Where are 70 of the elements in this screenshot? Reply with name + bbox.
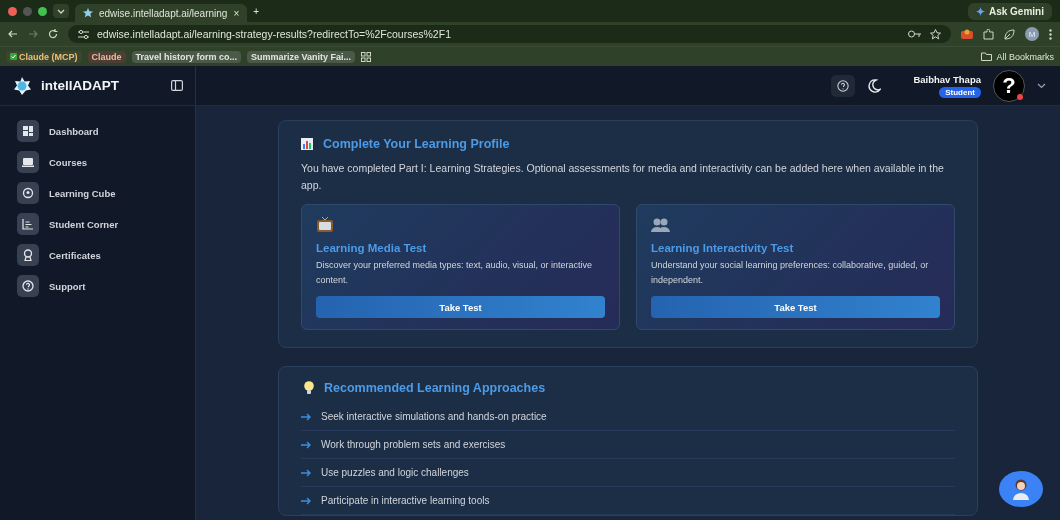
- puzzle-icon[interactable]: [983, 28, 994, 40]
- chevron-down-icon[interactable]: [1037, 82, 1046, 89]
- test-title: Learning Interactivity Test: [651, 242, 795, 254]
- new-tab-button[interactable]: +: [253, 5, 260, 17]
- sparkle-icon: [975, 6, 985, 16]
- site-settings-icon: [78, 29, 89, 39]
- folder-icon: [981, 52, 993, 61]
- sidebar-item[interactable]: Support: [17, 275, 178, 297]
- arrow-right-icon: [301, 496, 311, 505]
- tab-title: edwise.intelladapt.ai/learning: [99, 7, 228, 19]
- role-badge: Student: [939, 86, 981, 98]
- take-test-button[interactable]: Take Test: [316, 296, 605, 318]
- star-logo-icon: [83, 8, 93, 18]
- close-tab-button[interactable]: ×: [233, 7, 240, 19]
- card-title: Recommended Learning Approaches: [324, 381, 546, 395]
- user-avatar[interactable]: ?: [993, 69, 1025, 102]
- bookmark[interactable]: Summarize Vanity Fai...: [247, 50, 356, 63]
- url-text: edwise.intelladapt.ai/learning-strategy-results?redirectTo=%2Fcourses%2F1: [97, 28, 452, 40]
- sidebar-item[interactable]: Student Corner: [17, 213, 178, 235]
- dashboard-icon: [20, 123, 36, 139]
- people-icon: [651, 217, 670, 233]
- help-icon: [837, 78, 850, 93]
- bookmark[interactable]: Claude: [87, 50, 126, 63]
- sidebar-item[interactable]: Courses: [17, 151, 178, 173]
- arrow-right-icon: [301, 440, 311, 449]
- help-button[interactable]: [831, 74, 856, 97]
- approach-item: Use puzzles and logic challenges: [321, 467, 469, 478]
- status-dot: [1017, 93, 1023, 100]
- test-title: Learning Media Test: [316, 242, 428, 254]
- card-title: Complete Your Learning Profile: [323, 137, 510, 151]
- chevron-down-icon[interactable]: [53, 4, 69, 18]
- approach-item: Seek interactive simulations and hands-on practice: [321, 411, 547, 422]
- arrow-right-icon: [301, 468, 311, 477]
- test-description: Discover your preferred media types: text, audio, visual, or interactive content.: [316, 259, 594, 287]
- card-description: You have completed Part I: Learning Strategies. Optional assessments for media and interactivity can be added here when available in the app.: [301, 161, 945, 193]
- bookmark[interactable]: Claude (MCP): [6, 50, 82, 63]
- sidebar-toggle-icon[interactable]: [171, 80, 183, 91]
- extension-badge-icon[interactable]: [961, 29, 973, 39]
- sidebar-item[interactable]: Certificates: [17, 244, 178, 266]
- leaf-icon[interactable]: [1004, 28, 1015, 40]
- all-bookmarks-button[interactable]: All Bookmarks: [981, 51, 1054, 62]
- test-description: Understand your social learning preferences: collaborative, guided, or independent.: [651, 259, 930, 287]
- person-silhouette-icon: [1011, 478, 1031, 500]
- moon-icon[interactable]: [867, 78, 882, 93]
- checkbox-icon: [10, 53, 17, 60]
- tv-icon: [316, 217, 335, 233]
- browser-tab[interactable]: edwise.intelladapt.ai/learning ×: [75, 4, 248, 22]
- take-test-button[interactable]: Take Test: [651, 296, 940, 318]
- sidebar-item[interactable]: Learning Cube: [17, 182, 178, 204]
- more-menu-icon[interactable]: [1049, 28, 1052, 40]
- approach-item: Participate in interactive learning tools: [321, 495, 490, 506]
- back-arrow-icon[interactable]: [8, 29, 18, 39]
- user-name: Baibhav Thapa: [913, 73, 981, 85]
- app-logo-text: intellADAPT: [41, 78, 120, 93]
- bar-chart-icon: [301, 138, 313, 150]
- approach-item: Work through problem sets and exercises: [321, 439, 506, 450]
- ask-gemini-button[interactable]: Ask Gemini: [967, 2, 1052, 20]
- bookmark[interactable]: Travel history form co...: [131, 50, 242, 63]
- arrow-right-icon: [301, 412, 311, 421]
- reload-icon[interactable]: [48, 29, 58, 39]
- assistant-button[interactable]: [999, 471, 1043, 507]
- star-logo-icon: [12, 76, 32, 95]
- sidebar-item[interactable]: Dashboard: [17, 120, 178, 142]
- help-icon: [20, 278, 36, 294]
- lightbulb-icon: [304, 381, 314, 395]
- apps-grid-icon[interactable]: [361, 51, 372, 62]
- address-bar[interactable]: edwise.intelladapt.ai/learning-strategy-results?redirectTo=%2Fcourses%2F1: [68, 25, 951, 43]
- star-icon[interactable]: [930, 28, 941, 40]
- key-icon[interactable]: [908, 30, 922, 38]
- chart-icon: [20, 216, 36, 232]
